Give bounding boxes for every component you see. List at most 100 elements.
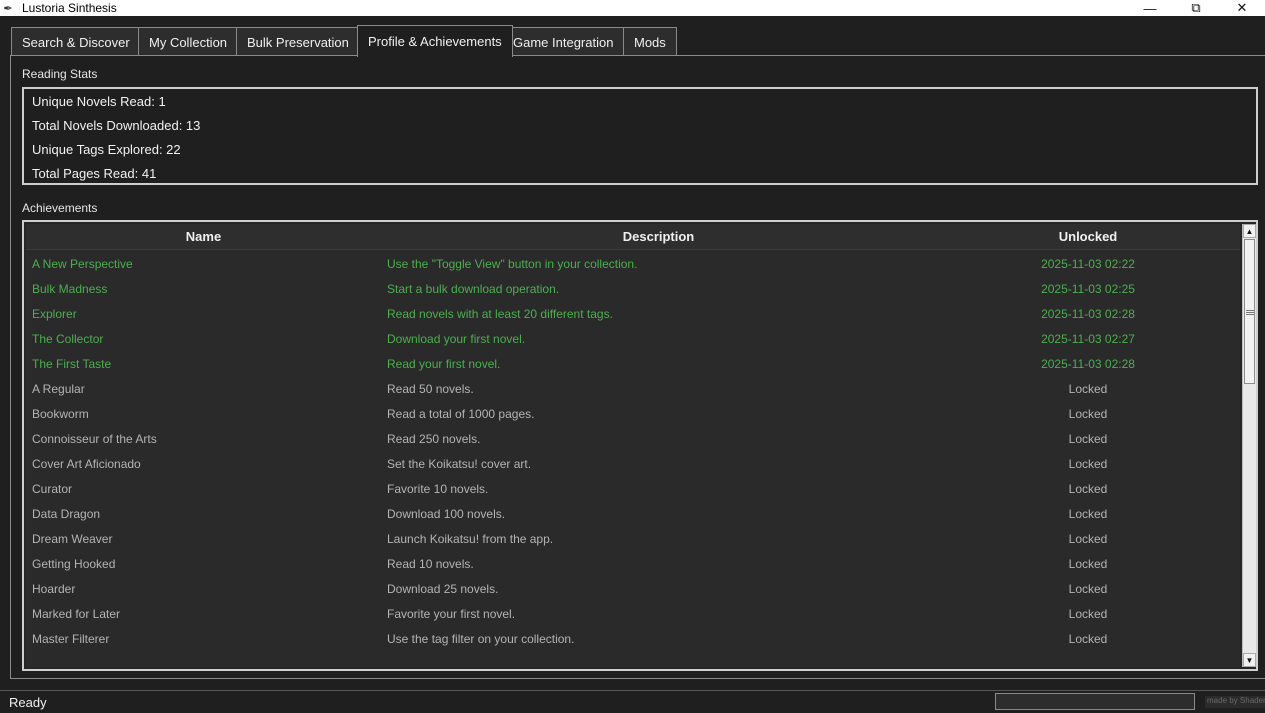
achievement-description: Read a total of 1000 pages. (387, 407, 535, 421)
tab-profile-achievements[interactable]: Profile & Achievements (357, 25, 513, 57)
achievements-table: Name Description Unlocked A New Perspect… (22, 220, 1258, 671)
achievement-unlocked: 2025-11-03 02:22 (1041, 257, 1135, 271)
achievement-unlocked: Locked (1068, 457, 1108, 471)
achievement-description: Set the Koikatsu! cover art. (387, 457, 532, 471)
achievement-description: Launch Koikatsu! from the app. (387, 532, 554, 546)
column-header-unlocked[interactable]: Unlocked (936, 224, 1240, 250)
grip-line (1246, 312, 1254, 313)
tab-game-integration[interactable]: Game Integration (502, 27, 625, 56)
achievement-name: Dream Weaver (32, 532, 113, 546)
tab-mods[interactable]: Mods (623, 27, 677, 56)
stat-unique-tags-explored: Unique Tags Explored: 22 (32, 142, 181, 157)
achievement-unlocked: Locked (1068, 432, 1108, 446)
close-icon[interactable]: ✕ (1219, 0, 1265, 16)
achievement-name: A New Perspective (32, 257, 133, 271)
achievement-unlocked: Locked (1068, 382, 1108, 396)
window-controls: — ⧉ ✕ (1127, 0, 1265, 16)
grip-line (1246, 310, 1254, 311)
table-row[interactable]: Cover Art Aficionado Set the Koikatsu! co… (26, 452, 1240, 477)
status-bar: Ready made by Shaden (0, 690, 1265, 713)
achievement-description: Read 250 novels. (387, 432, 481, 446)
achievement-description: Use the tag filter on your collection. (387, 632, 575, 646)
table-row[interactable]: The Collector Download your first novel. 2… (26, 327, 1240, 352)
tab-bulk-preservation[interactable]: Bulk Preservation (236, 27, 360, 56)
scrollbar-thumb[interactable] (1244, 239, 1255, 384)
achievement-unlocked: 2025-11-03 02:25 (1041, 282, 1135, 296)
table-row[interactable]: Connoisseur of the Arts Read 250 novels. L… (26, 427, 1240, 452)
achievement-description: Download your first novel. (387, 332, 526, 346)
table-row[interactable]: Dream Weaver Launch Koikatsu! from the ap… (26, 527, 1240, 552)
achievement-unlocked: Locked (1068, 582, 1108, 596)
table-row[interactable]: Bookworm Read a total of 1000 pages. Locke… (26, 402, 1240, 427)
table-row[interactable]: Curator Favorite 10 novels. Locked (26, 477, 1240, 502)
minimize-icon[interactable]: — (1127, 0, 1173, 16)
table-row[interactable]: The First Taste Read your first novel. 202… (26, 352, 1240, 377)
reading-stats-box: Unique Novels Read: 1 Total Novels Downl… (22, 87, 1258, 185)
column-header-description[interactable]: Description (381, 224, 936, 250)
achievement-unlocked: 2025-11-03 02:27 (1041, 332, 1135, 346)
stat-total-novels-downloaded: Total Novels Downloaded: 13 (32, 118, 201, 133)
achievement-unlocked: Locked (1068, 557, 1108, 571)
achievement-description: Favorite 10 novels. (387, 482, 489, 496)
scroll-up-arrow-icon[interactable]: ▲ (1243, 224, 1256, 238)
table-row[interactable]: A Regular Read 50 novels. Locked (26, 377, 1240, 402)
achievement-unlocked: Locked (1068, 482, 1108, 496)
achievement-name: Cover Art Aficionado (32, 457, 141, 471)
achievement-name: Connoisseur of the Arts (32, 432, 157, 446)
achievements-table-body[interactable]: Name Description Unlocked A New Perspect… (26, 224, 1240, 667)
table-row[interactable]: A New Perspective Use the "Toggle View" b… (26, 252, 1240, 277)
achievement-description: Use the "Toggle View" button in your col… (387, 257, 638, 271)
table-row[interactable]: Getting Hooked Read 10 novels. Locked (26, 552, 1240, 577)
achievement-description: Read your first novel. (387, 357, 501, 371)
stat-total-pages-read: Total Pages Read: 41 (32, 166, 157, 181)
achievement-description: Download 25 novels. (387, 582, 499, 596)
achievement-name: The First Taste (32, 357, 112, 371)
achievement-description: Start a bulk download operation. (387, 282, 560, 296)
tab-my-collection[interactable]: My Collection (138, 27, 239, 56)
achievement-unlocked: Locked (1068, 507, 1108, 521)
tab-bar: Search & Discover My Collection Bulk Pre… (0, 16, 1265, 57)
table-row[interactable]: Hoarder Download 25 novels. Locked (26, 577, 1240, 602)
achievement-description: Read 10 novels. (387, 557, 474, 571)
table-row[interactable]: Marked for Later Favorite your first nove… (26, 602, 1240, 627)
restore-icon[interactable]: ⧉ (1173, 0, 1219, 16)
scroll-down-arrow-icon[interactable]: ▼ (1243, 653, 1256, 667)
achievement-name: Explorer (32, 307, 77, 321)
achievement-description: Read novels with at least 20 different t… (387, 307, 613, 321)
achievement-unlocked: 2025-11-03 02:28 (1041, 307, 1135, 321)
achievement-description: Favorite your first novel. (387, 607, 516, 621)
achievement-name: Hoarder (32, 582, 76, 596)
table-row[interactable]: Explorer Read novels with at least 20 dif… (26, 302, 1240, 327)
achievement-unlocked: Locked (1068, 607, 1108, 621)
progress-bar (995, 693, 1195, 710)
tab-search-discover[interactable]: Search & Discover (11, 27, 141, 56)
achievement-name: Master Filterer (32, 632, 110, 646)
table-row[interactable]: Bulk Madness Start a bulk download operat… (26, 277, 1240, 302)
achievement-name: Bulk Madness (32, 282, 108, 296)
grip-line (1246, 314, 1254, 315)
credit-label: made by Shaden (1205, 696, 1265, 708)
title-bar: ✒ Lustoria Sinthesis — ⧉ ✕ (0, 0, 1265, 16)
achievements-label: Achievements (22, 201, 98, 215)
achievement-unlocked: 2025-11-03 02:28 (1041, 357, 1135, 371)
achievement-unlocked: Locked (1068, 532, 1108, 546)
vertical-scrollbar[interactable]: ▲ ▼ (1242, 224, 1256, 667)
stat-unique-novels-read: Unique Novels Read: 1 (32, 94, 166, 109)
column-header-name[interactable]: Name (26, 224, 381, 250)
feather-icon: ✒ (3, 2, 13, 15)
achievement-name: A Regular (32, 382, 85, 396)
table-row[interactable]: Data Dragon Download 100 novels. Locked (26, 502, 1240, 527)
achievement-name: Data Dragon (32, 507, 101, 521)
reading-stats-label: Reading Stats (22, 67, 98, 81)
achievement-name: Curator (32, 482, 73, 496)
achievement-description: Read 50 novels. (387, 382, 474, 396)
achievement-unlocked: Locked (1068, 407, 1108, 421)
achievement-name: The Collector (32, 332, 104, 346)
achievement-name: Getting Hooked (32, 557, 116, 571)
achievement-unlocked: Locked (1068, 632, 1108, 646)
table-row[interactable]: Master Filterer Use the tag filter on you… (26, 627, 1240, 652)
achievement-description: Download 100 novels. (387, 507, 506, 521)
achievement-name: Marked for Later (32, 607, 121, 621)
achievement-name: Bookworm (32, 407, 89, 421)
status-text: Ready (9, 695, 47, 710)
